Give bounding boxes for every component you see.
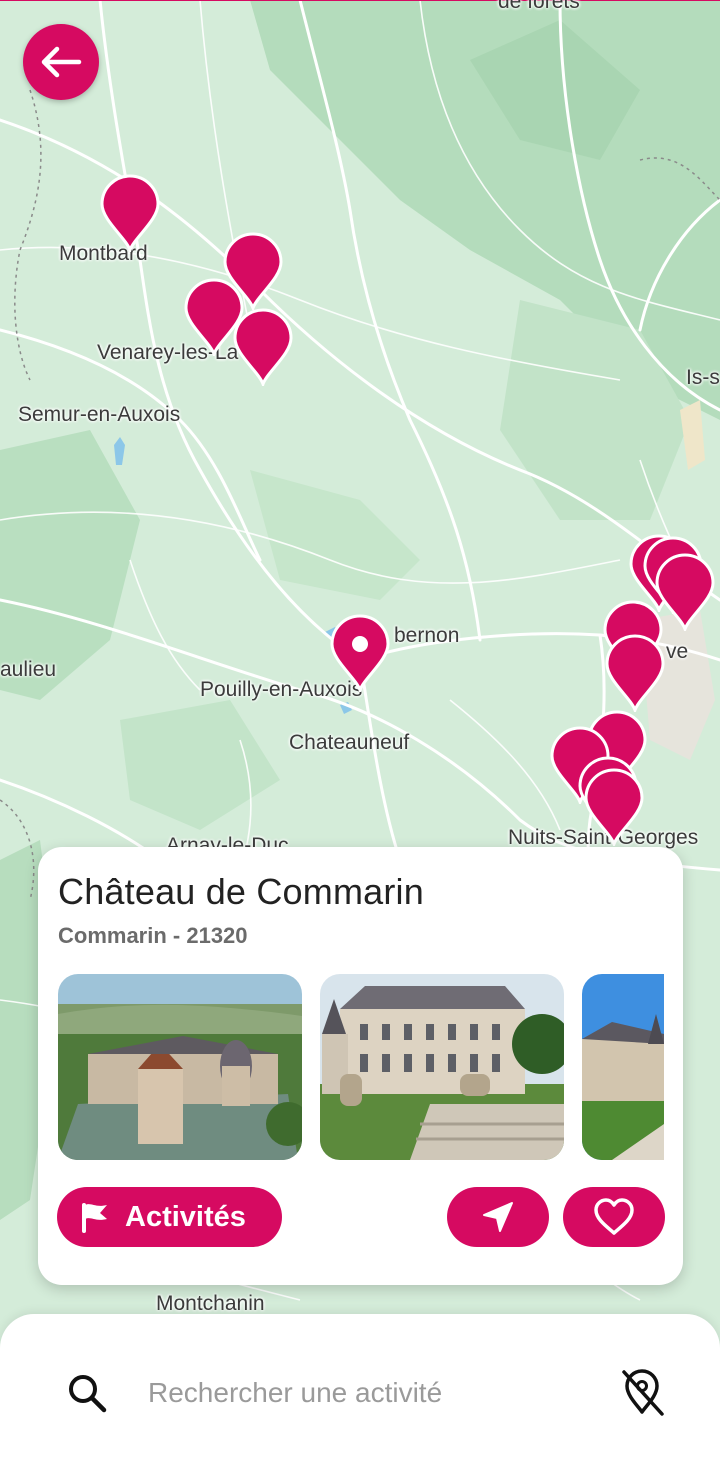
place-label: Chateauneuf [289, 731, 410, 754]
place-label: bernon [394, 624, 460, 647]
map-marker-pin[interactable] [582, 768, 646, 846]
search-bar [0, 1314, 720, 1466]
place-label: aulieu [0, 658, 57, 681]
place-info-card[interactable]: Château de Commarin Commarin - 21320 Act… [38, 847, 683, 1285]
place-photo[interactable] [582, 974, 664, 1160]
place-label: Is-s [686, 366, 720, 389]
search-button[interactable] [62, 1368, 112, 1418]
place-label: Semur-en-Auxois [18, 403, 181, 426]
place-photo[interactable] [320, 974, 564, 1160]
arrow-left-icon [41, 46, 82, 78]
place-subtitle: Commarin - 21320 [58, 923, 248, 948]
search-icon [69, 1375, 107, 1413]
place-label: de forêts [498, 0, 580, 13]
activities-button[interactable]: Activités [57, 1187, 282, 1247]
search-input[interactable] [146, 1372, 570, 1414]
map-marker-pin[interactable] [603, 634, 667, 712]
place-label: ve [666, 640, 689, 663]
location-toggle-button[interactable] [614, 1364, 670, 1420]
photo-carousel[interactable] [58, 974, 664, 1160]
flag-icon [82, 1203, 107, 1233]
heart-icon [594, 1198, 634, 1235]
activities-button-label: Activités [125, 1200, 246, 1233]
favorite-button[interactable] [563, 1187, 665, 1247]
navigate-button[interactable] [447, 1187, 549, 1247]
navigation-arrow-icon [483, 1202, 513, 1232]
place-label: Montchanin [156, 1292, 265, 1315]
location-off-icon [622, 1369, 664, 1416]
map-marker-pin[interactable] [231, 308, 295, 386]
place-title: Château de Commarin [58, 871, 424, 912]
map-marker-pin[interactable] [98, 174, 162, 252]
place-photo[interactable] [58, 974, 302, 1160]
back-button[interactable] [23, 24, 99, 100]
selected-map-marker-pin[interactable] [328, 614, 392, 692]
